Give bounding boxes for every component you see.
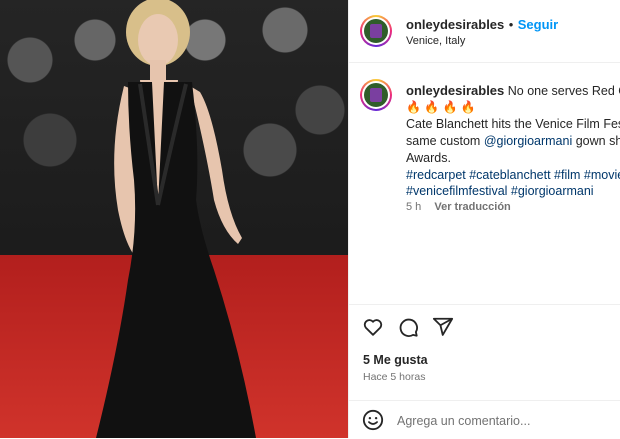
caption-line-4-rest: gown sh [572, 134, 620, 148]
follow-button[interactable]: Seguir [518, 17, 558, 32]
heart-icon[interactable] [362, 316, 384, 338]
caption-line-4-text: same custom [406, 134, 484, 148]
post-photo[interactable] [0, 0, 348, 438]
fire-emojis: 🔥 🔥 🔥 🔥 [406, 100, 476, 114]
caption-line-5: Awards. [406, 151, 451, 165]
caption-meta: 5 h Ver traducción [406, 201, 511, 213]
separator-dot: • [508, 17, 514, 32]
caption-area: onleydesirables No one serves Red Car 🔥 … [349, 62, 620, 305]
send-icon[interactable] [432, 316, 454, 338]
post-header: onleydesirables • Seguir Venice, Italy [349, 0, 620, 63]
woman-in-black-gown [96, 0, 256, 438]
post-location[interactable]: Venice, Italy [406, 35, 465, 47]
comment-box [349, 400, 620, 439]
caption-author-avatar[interactable] [360, 79, 392, 111]
hashtags-line-1[interactable]: #redcarpet #cateblanchett #film #movie [406, 168, 620, 182]
author-avatar[interactable] [360, 15, 392, 47]
hashtags-line-2[interactable]: #venicefilmfestival #giorgioarmani [406, 184, 594, 198]
author-username[interactable]: onleydesirables [406, 17, 504, 32]
post-actions [349, 305, 620, 345]
caption-line-3: Cate Blanchett hits the Venice Film Fest… [406, 117, 620, 131]
post-timestamp: Hace 5 horas [363, 371, 426, 383]
see-translation-link[interactable]: Ver traducción [434, 201, 510, 213]
mention-giorgioarmani[interactable]: @giorgioarmani [484, 134, 572, 148]
comment-icon[interactable] [397, 316, 419, 338]
post-side-panel: onleydesirables • Seguir Venice, Italy o… [349, 0, 620, 438]
caption-time: 5 h [406, 201, 422, 213]
comment-input[interactable] [397, 411, 607, 431]
likes-count[interactable]: 5 Me gusta [363, 353, 428, 367]
caption-line-4: same custom @giorgioarmani gown sh [406, 134, 620, 148]
caption-first-line: onleydesirables No one serves Red Car [406, 83, 620, 98]
caption-author-username[interactable]: onleydesirables [406, 83, 504, 98]
caption-text: No one serves Red Car [507, 84, 620, 98]
smiley-icon[interactable] [362, 409, 384, 431]
